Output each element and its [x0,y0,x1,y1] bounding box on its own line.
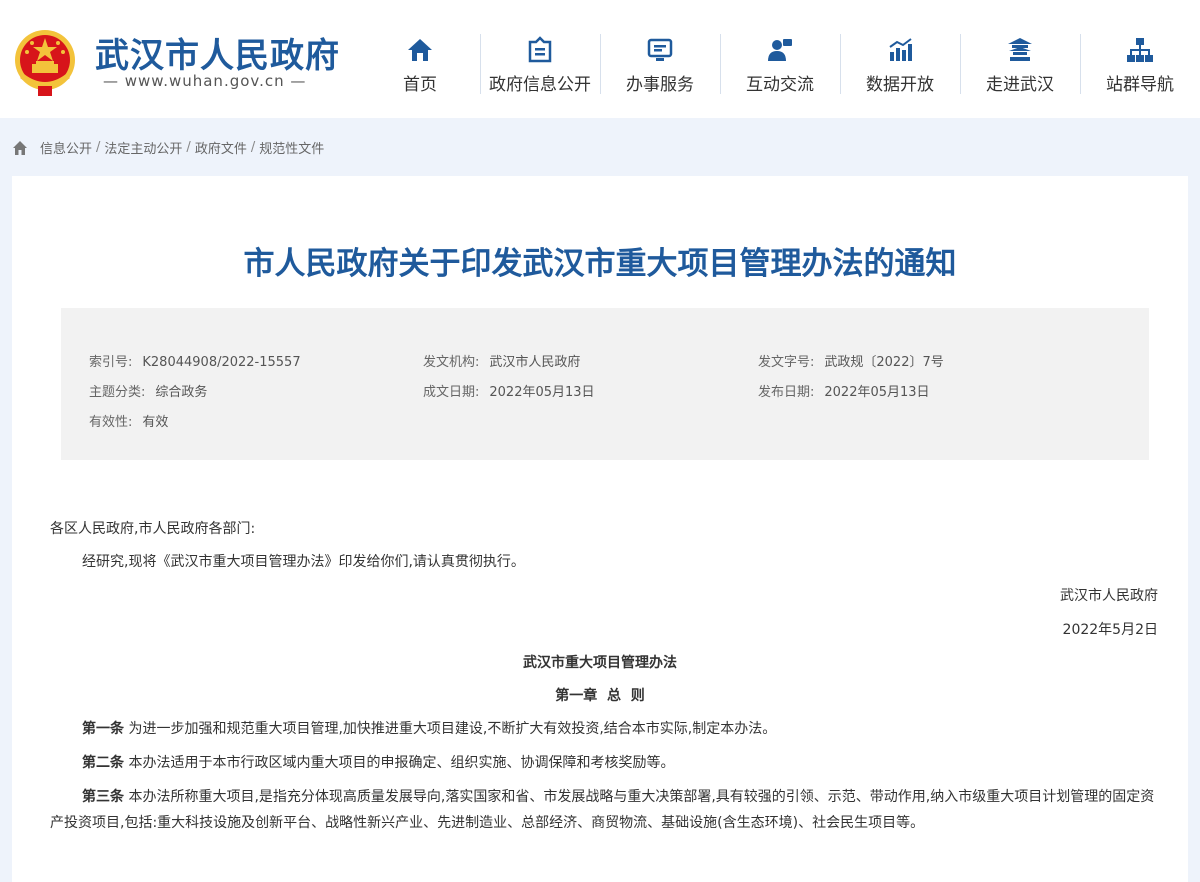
document-title: 市人民政府关于印发武汉市重大项目管理办法的通知 [243,246,957,282]
intro-paragraph: 经研究,现将《武汉市重大项目管理办法》印发给你们,请认真贯彻执行。 [82,554,525,570]
data-chart-icon [889,38,912,61]
sign-date: 2022年5月2日 [1062,622,1158,638]
meta-value: 有效 [142,415,169,430]
meta-label: 索引号: [89,355,133,370]
meta-label: 有效性: [89,415,133,430]
meta-published: 发布日期: 2022年05月13日 [758,381,930,400]
salutation: 各区人民政府,市人民政府各部门: [50,521,256,537]
article-text: 为进一步加强和规范重大项目管理,加快推进重大项目建设,不断扩大有效投资,结合本市… [128,721,777,737]
service-icon [647,38,673,61]
nav-item-info-open[interactable]: 政府信息公开 [480,34,600,96]
breadcrumb: 信息公开 / 法定主动公开 / 政府文件 / 规范性文件 [12,138,324,157]
breadcrumb-link-statutory[interactable]: 法定主动公开 [104,138,182,157]
breadcrumb-separator: / [250,140,256,155]
chapter-title: 第一章 总 则 [555,688,645,704]
meta-issuer: 发文机构: 武汉市人民政府 [423,351,580,370]
article-text: 本办法所称重大项目,是指充分体现高质量发展导向,落实国家和省、市发展战略与重大决… [50,789,1155,831]
meta-value: 2022年05月13日 [824,385,930,400]
meta-doc-no: 发文字号: 武政规〔2022〕7号 [758,351,944,370]
breadcrumb-bar: 信息公开 / 法定主动公开 / 政府文件 / 规范性文件 [0,118,1200,176]
meta-value: K28044908/2022-15557 [142,355,301,370]
breadcrumb-link-info-open[interactable]: 信息公开 [40,138,92,157]
nav-label-visit-wuhan: 走进武汉 [986,75,1054,95]
nav-item-data-open[interactable]: 数据开放 [840,34,960,96]
meta-label: 成文日期: [423,385,480,400]
article-text: 本办法适用于本市行政区域内重大项目的申报确定、组织实施、协调保障和考核奖励等。 [128,755,675,771]
meta-category: 主题分类: 综合政务 [89,381,207,400]
sitemap-icon [1127,38,1153,62]
meta-value: 2022年05月13日 [489,385,595,400]
meta-label: 发文字号: [758,355,815,370]
meta-value: 武汉市人民政府 [489,355,581,370]
info-open-icon [528,36,552,63]
nav-item-home[interactable]: 首页 [360,34,480,96]
nav-label-sitemap: 站群导航 [1106,75,1174,95]
nav-item-service[interactable]: 办事服务 [600,34,720,96]
article-3: 第三条 本办法所称重大项目,是指充分体现高质量发展导向,落实国家和省、市发展战略… [50,784,1160,836]
breadcrumb-separator: / [186,140,191,155]
interaction-icon [768,39,792,61]
site-name[interactable]: 武汉市人民政府 [95,28,340,77]
meta-index-no: 索引号: K28044908/2022-15557 [89,351,301,370]
nav-label-info-open: 政府信息公开 [489,75,591,95]
breadcrumb-separator: / [96,140,101,155]
site-domain: — www.wuhan.gov.cn — [103,72,307,90]
breadcrumb-home-icon[interactable] [12,140,28,156]
meta-validity: 有效性: 有效 [89,411,168,430]
home-icon [408,39,432,61]
meta-value: 武政规〔2022〕7号 [824,355,944,370]
document-card: 市人民政府关于印发武汉市重大项目管理办法的通知 索引号: K28044908/20… [12,176,1188,882]
article-label: 第一条 [82,721,124,737]
meta-label: 主题分类: [89,385,146,400]
meta-created: 成文日期: 2022年05月13日 [423,381,595,400]
nav-item-interaction[interactable]: 互动交流 [720,34,840,96]
nav-label-interaction: 互动交流 [746,75,814,95]
measures-title: 武汉市重大项目管理办法 [523,655,677,671]
article-1: 第一条 为进一步加强和规范重大项目管理,加快推进重大项目建设,不断扩大有效投资,… [50,716,1160,742]
article-2: 第二条 本办法适用于本市行政区域内重大项目的申报确定、组织实施、协调保障和考核奖… [50,750,1160,776]
landmark-icon [1008,38,1032,61]
nav-item-sitemap[interactable]: 站群导航 [1080,34,1200,96]
nav-label-service: 办事服务 [626,75,694,95]
meta-value: 综合政务 [155,385,208,400]
signature: 武汉市人民政府 [1060,588,1158,604]
nav-item-visit-wuhan[interactable]: 走进武汉 [960,34,1080,96]
national-emblem-icon[interactable] [12,26,78,98]
main-nav: 首页 政府信息公开 办事服务 互动交流 数据开放 走进武汉 站群导航 [360,34,1200,96]
article-label: 第二条 [82,755,124,771]
nav-label-data-open: 数据开放 [866,75,934,95]
nav-label-home: 首页 [403,75,437,95]
breadcrumb-link-gov-docs[interactable]: 政府文件 [195,138,247,157]
meta-label: 发布日期: [758,385,815,400]
site-header: 武汉市人民政府 — www.wuhan.gov.cn — 首页 政府信息公开 办… [0,0,1200,118]
document-meta: 索引号: K28044908/2022-15557 发文机构: 武汉市人民政府 发文… [61,308,1149,460]
breadcrumb-link-normative[interactable]: 规范性文件 [259,138,324,157]
meta-label: 发文机构: [423,355,480,370]
article-label: 第三条 [82,789,124,805]
